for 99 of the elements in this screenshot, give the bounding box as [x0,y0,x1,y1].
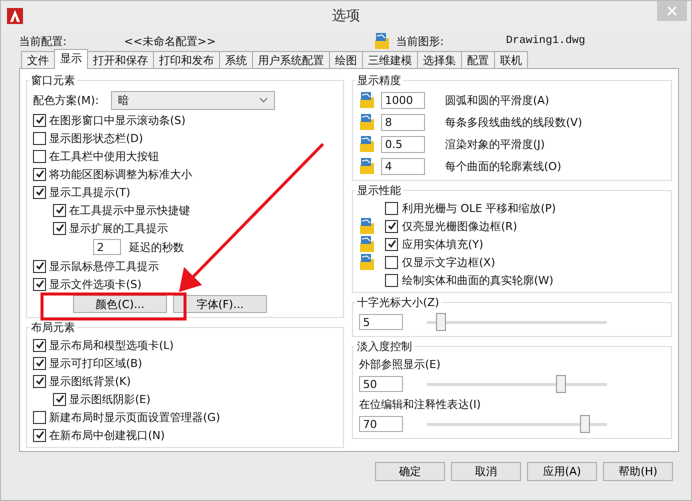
slider-thumb[interactable] [436,312,446,330]
checkbox[interactable] [33,150,46,162]
drawing-file-icon [359,135,375,153]
dialog-button[interactable]: 颜色(C)... [73,295,167,313]
checkbox-label[interactable]: 在新布局中创建视口(N) [49,428,165,442]
tab[interactable]: 绘图 [329,51,363,68]
checkbox[interactable] [33,168,46,180]
dialog-button[interactable]: 字体(F)... [173,295,267,313]
checkbox[interactable] [385,256,398,268]
dialog-button[interactable]: 应用(A) [527,462,597,481]
checkbox[interactable] [33,260,46,272]
checkbox-label[interactable]: 在工具提示中显示快捷键 [69,202,190,218]
checkbox-label[interactable]: 在图形窗口中显示滚动条(S) [49,112,186,128]
field-label: 配色方案(M): [33,92,99,108]
checkbox-label[interactable]: 显示布局和模型选项卡(L) [49,338,174,352]
profile-name: <<未命名配置>> [124,34,217,48]
drawing-name: Drawing1.dwg [506,35,586,47]
window-title: 选项 [331,7,361,25]
checkbox[interactable] [33,428,46,442]
number-field[interactable]: 8 [381,114,425,130]
checkbox-label[interactable]: 仅显示文字边框(X) [402,254,496,270]
group-title: 窗口元素 [30,73,76,88]
number-field[interactable]: 5 [359,314,403,330]
checkbox-label[interactable]: 显示图纸阴影(E) [69,392,151,406]
checkbox[interactable] [53,222,66,234]
field-label: 在位编辑和注释性表达(I) [359,396,481,412]
dialog-button[interactable]: 帮助(H) [603,462,673,481]
checkbox[interactable] [33,186,46,198]
number-field[interactable]: 70 [359,416,403,432]
profile-label: 当前配置: [19,34,68,48]
drawing-file-icon [359,235,375,253]
group-title: 十字光标大小(Z) [356,295,440,310]
number-field[interactable]: 0.5 [381,136,425,152]
drawing-label: 当前图形: [396,34,445,48]
checkbox-label[interactable]: 绘制实体和曲面的真实轮廓(W) [402,272,554,288]
field-label: 延迟的秒数 [129,240,184,254]
drawing-file-icon [359,113,375,131]
field-label: 每个曲面的轮廓素线(O) [445,158,562,174]
tab[interactable]: 系统 [219,51,253,68]
number-field[interactable]: 4 [381,158,425,174]
drawing-file-icon [359,253,375,271]
tab[interactable]: 打开和保存 [87,51,154,68]
checkbox[interactable] [33,278,46,290]
checkbox[interactable] [33,132,46,144]
drawing-file-icon [359,91,375,109]
checkbox-label[interactable]: 显示可打印区域(B) [49,356,142,370]
checkbox-label[interactable]: 在工具栏中使用大按钮 [49,148,159,164]
group-title: 显示精度 [356,73,402,88]
number-field[interactable]: 2 [93,239,121,255]
checkbox-label[interactable]: 仅亮显光栅图像边框(R) [402,218,518,234]
tab[interactable]: 选择集 [417,51,462,68]
checkbox-label[interactable]: 显示扩展的工具提示 [69,220,168,236]
checkbox[interactable] [385,274,398,286]
checkbox[interactable] [33,410,46,424]
checkbox-label[interactable]: 新建布局时显示页面设置管理器(G) [49,410,220,424]
field-label: 每条多段线曲线的线段数(V) [445,114,582,130]
checkbox[interactable] [33,338,46,352]
close-icon [667,6,677,16]
color-scheme-dropdown[interactable]: 暗 [110,90,275,110]
drawing-file-icon [374,32,390,50]
number-field[interactable]: 1000 [381,92,425,108]
checkbox[interactable] [385,202,398,214]
slider-thumb[interactable] [556,374,566,392]
tab[interactable]: 打印和发布 [153,51,220,68]
checkbox-label[interactable]: 显示文件选项卡(S) [49,276,142,292]
group-title: 布局元素 [30,320,76,335]
checkbox-label[interactable]: 应用实体填充(Y) [402,236,484,252]
checkbox[interactable] [33,374,46,388]
checkbox[interactable] [385,220,398,232]
dialog-button[interactable]: 确定 [375,462,445,481]
checkbox-label[interactable]: 利用光栅与 OLE 平移和缩放(P) [402,200,556,216]
field-label: 外部参照显示(E) [359,356,441,372]
tab[interactable]: 显示 [54,49,88,69]
chevron-down-icon [258,97,268,103]
group-title: 淡入度控制 [356,339,413,354]
group-title: 显示性能 [356,183,402,198]
checkbox-label[interactable]: 显示鼠标悬停工具提示 [49,258,159,274]
dialog-button[interactable]: 取消 [451,462,521,481]
checkbox[interactable] [33,114,46,126]
checkbox[interactable] [53,392,66,406]
checkbox-label[interactable]: 显示工具提示(T) [49,184,130,200]
field-label: 渲染对象的平滑度(J) [445,136,545,152]
tab[interactable]: 联机 [494,51,528,68]
field-label: 圆弧和圆的平滑度(A) [445,92,550,108]
checkbox-label[interactable]: 将功能区图标调整为标准大小 [49,166,192,182]
checkbox[interactable] [53,204,66,216]
checkbox[interactable] [33,356,46,370]
tab[interactable]: 配置 [461,51,495,68]
checkbox-label[interactable]: 显示图形状态栏(D) [49,130,144,146]
checkbox-label[interactable]: 显示图纸背景(K) [49,374,131,388]
slider-thumb[interactable] [580,414,590,432]
drawing-file-icon [359,157,375,175]
checkbox[interactable] [385,238,398,250]
app-logo-icon [7,8,23,24]
tab[interactable]: 用户系统配置 [252,51,330,68]
tab[interactable]: 三维建模 [362,51,418,68]
drawing-file-icon [359,217,375,235]
number-field[interactable]: 50 [359,376,403,392]
tab[interactable]: 文件 [21,51,55,68]
